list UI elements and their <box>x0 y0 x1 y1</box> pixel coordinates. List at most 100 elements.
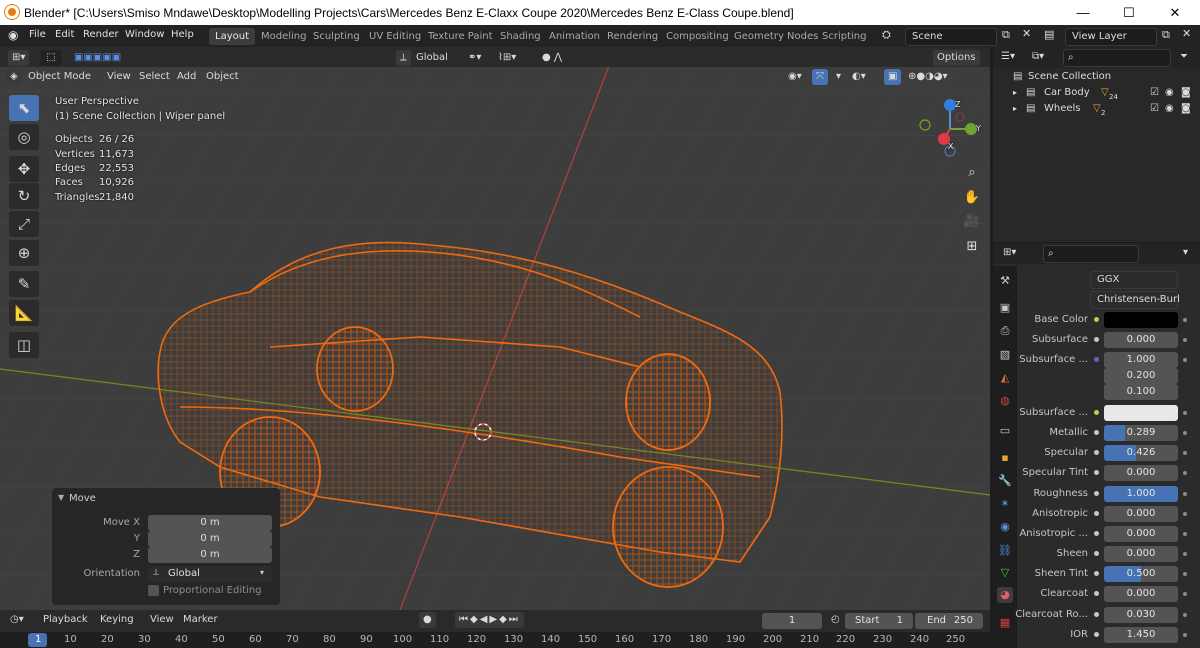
outliner-root[interactable]: ▤ Scene Collection <box>995 69 1198 85</box>
proportional-checkbox[interactable] <box>148 585 159 596</box>
mode-icon[interactable]: ◈ <box>6 69 22 85</box>
subsurface-radius-x-field[interactable]: 1.000 <box>1104 352 1178 368</box>
display-mode-icon[interactable]: ⧉▾ <box>1028 49 1048 65</box>
collapse-chevron-icon[interactable]: ▼ <box>58 493 64 502</box>
outliner-item-car-body[interactable]: ▸ ▤ Car Body ▽ 24 ☑ ◉ ◙ <box>995 85 1198 101</box>
pan-hand-icon[interactable]: ✋ <box>961 187 983 209</box>
scene-icon[interactable]: ⛭ <box>882 28 891 42</box>
move-x-field[interactable]: 0 m <box>148 515 272 531</box>
anisotropic-rotation-slider[interactable]: 0.000 <box>1104 526 1178 542</box>
output-tab-icon[interactable]: ⎙ <box>997 323 1013 339</box>
tab-shading[interactable]: Shading <box>494 28 547 45</box>
orientation-icon[interactable]: ⟂ <box>396 50 411 66</box>
socket-dot-icon[interactable] <box>1094 612 1099 617</box>
cursor-tool-icon[interactable]: ◎ <box>9 124 39 150</box>
tab-scripting[interactable]: Scripting <box>816 28 872 45</box>
transform-tool-icon[interactable]: ⊕ <box>9 240 39 266</box>
modifier-tab-icon[interactable]: 🔧 <box>997 473 1013 489</box>
socket-dot-icon[interactable] <box>1094 531 1099 536</box>
visibility-icon[interactable]: ◉▾ <box>784 69 806 85</box>
tab-rendering[interactable]: Rendering <box>601 28 664 45</box>
animate-dot-icon[interactable] <box>1183 633 1187 637</box>
properties-editor-icon[interactable]: ⊞▾ <box>999 245 1020 261</box>
socket-dot-icon[interactable] <box>1094 571 1099 576</box>
outliner-editor-icon[interactable]: ☰▾ <box>997 49 1019 65</box>
animate-dot-icon[interactable] <box>1183 451 1187 455</box>
tab-layout[interactable]: Layout <box>209 28 255 45</box>
tab-texture-paint[interactable]: Texture Paint <box>422 28 499 45</box>
add-cube-tool-icon[interactable]: ◫ <box>9 332 39 358</box>
expand-chevron-icon[interactable]: ▸ <box>1013 85 1017 101</box>
viewport-menu-object[interactable]: Object <box>202 69 243 85</box>
tab-geometry-nodes[interactable]: Geometry Nodes <box>728 28 824 45</box>
clearcoat-roughness-slider[interactable]: 0.030 <box>1104 607 1178 623</box>
socket-dot-icon[interactable] <box>1094 470 1099 475</box>
gizmo-toggle-icon[interactable]: ⤧ <box>812 69 828 85</box>
scale-tool-icon[interactable]: ⤢ <box>9 211 39 237</box>
shading-modes-icons[interactable]: ⊕●◑◕▾ <box>904 69 952 85</box>
object-tab-icon[interactable]: ▪ <box>997 450 1013 466</box>
clearcoat-slider[interactable]: 0.000 <box>1104 586 1178 602</box>
subsurface-field[interactable]: 0.000 <box>1104 332 1178 348</box>
remove-view-layer-icon[interactable]: ✕ <box>1182 27 1191 40</box>
subsurface-radius-y-field[interactable]: 0.200 <box>1104 368 1178 384</box>
object-mode-dropdown[interactable]: Object Mode <box>24 69 95 85</box>
render-camera-icon[interactable]: ◙ <box>1181 85 1191 101</box>
render-tab-icon[interactable]: ▣ <box>997 300 1013 316</box>
roughness-slider[interactable]: 1.000 <box>1104 486 1178 502</box>
particles-tab-icon[interactable]: ✶ <box>997 496 1013 512</box>
start-frame-field[interactable]: Start 1 <box>845 613 913 629</box>
timeline-editor-icon[interactable]: ◷▾ <box>6 612 28 628</box>
move-y-field[interactable]: 0 m <box>148 531 272 547</box>
editor-type-icon[interactable]: ⊞▾ <box>8 50 30 66</box>
scene-selector[interactable]: Scene <box>905 28 997 46</box>
tab-modeling[interactable]: Modeling <box>255 28 313 45</box>
annotate-tool-icon[interactable]: ✎ <box>9 271 39 297</box>
visibility-eye-icon[interactable]: ◉ <box>1165 85 1174 101</box>
sheen-tint-slider[interactable]: 0.500 <box>1104 566 1178 582</box>
ortho-grid-icon[interactable]: ⊞ <box>961 236 983 258</box>
view-layer-icon[interactable]: ▤ <box>1044 28 1054 41</box>
menu-edit[interactable]: Edit <box>55 29 74 40</box>
current-frame-field[interactable]: 1 <box>762 613 822 629</box>
tab-compositing[interactable]: Compositing <box>660 28 735 45</box>
blender-menu-icon[interactable]: ◉ <box>8 28 18 42</box>
distribution-dropdown[interactable]: GGX <box>1090 271 1178 289</box>
viewport-menu-view[interactable]: View <box>103 69 135 85</box>
properties-search[interactable]: ⌕ <box>1043 245 1139 263</box>
menu-help[interactable]: Help <box>171 29 194 40</box>
animate-dot-icon[interactable] <box>1183 572 1187 576</box>
constraints-tab-icon[interactable]: ⛓ <box>997 543 1013 559</box>
socket-dot-icon[interactable] <box>1094 551 1099 556</box>
specular-slider[interactable]: 0.426 <box>1104 445 1178 461</box>
animate-dot-icon[interactable] <box>1183 512 1187 516</box>
animate-dot-icon[interactable] <box>1183 613 1187 617</box>
physics-tab-icon[interactable]: ◉ <box>997 519 1013 535</box>
world-tab-icon[interactable]: ◍ <box>997 393 1013 409</box>
view-layer-selector[interactable]: View Layer <box>1065 28 1157 46</box>
socket-dot-icon[interactable] <box>1094 430 1099 435</box>
properties-options-icon[interactable]: ▾ <box>1179 245 1192 261</box>
ior-field[interactable]: 1.450 <box>1104 627 1178 643</box>
socket-dot-icon[interactable] <box>1094 591 1099 596</box>
socket-dot-icon[interactable] <box>1094 337 1099 342</box>
subsurface-radius-z-field[interactable]: 0.100 <box>1104 384 1178 400</box>
anisotropic-slider[interactable]: 0.000 <box>1104 506 1178 522</box>
snap-icon[interactable]: ⌇⊞▾ <box>494 50 520 66</box>
proportional-edit-icon[interactable]: ● ⋀ <box>538 50 566 66</box>
viewport-menu-select[interactable]: Select <box>135 69 174 85</box>
minimize-button[interactable]: — <box>1060 0 1106 25</box>
selection-mode-icons[interactable]: ▣▣▣▣▣ <box>70 50 125 66</box>
tab-uv-editing[interactable]: UV Editing <box>363 28 427 45</box>
animate-dot-icon[interactable] <box>1183 471 1187 475</box>
orientation-dropdown[interactable]: Global <box>148 566 272 582</box>
outliner-search[interactable]: ⌕ <box>1063 49 1171 67</box>
texture-tab-icon[interactable]: ▦ <box>997 615 1013 631</box>
metallic-slider[interactable]: 0.289 <box>1104 425 1178 441</box>
zoom-icon[interactable]: ⌕ <box>961 162 983 184</box>
socket-dot-icon[interactable] <box>1094 511 1099 516</box>
sheen-slider[interactable]: 0.000 <box>1104 546 1178 562</box>
animate-dot-icon[interactable] <box>1183 358 1187 362</box>
transform-orientation-dropdown[interactable]: Global <box>412 50 460 66</box>
xray-icon[interactable]: ▣ <box>884 69 902 85</box>
